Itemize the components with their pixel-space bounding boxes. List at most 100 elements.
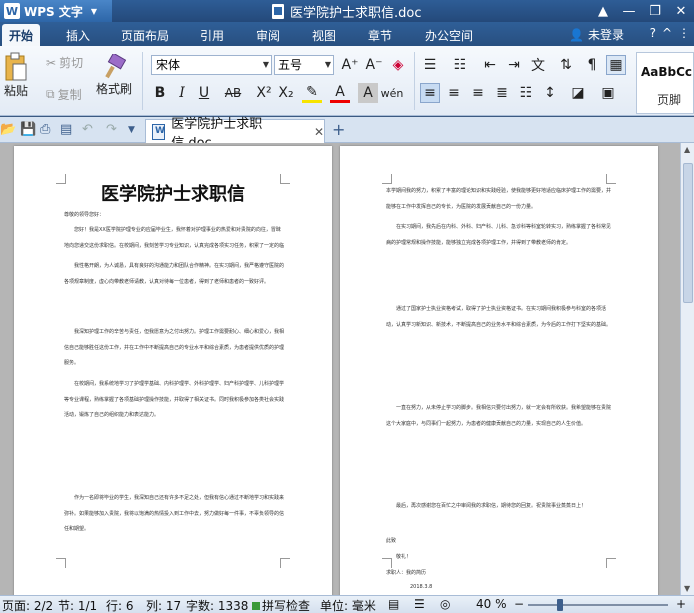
copy-button[interactable]: ⧉ 复制: [46, 86, 82, 103]
document-canvas[interactable]: 医学院护士求职信 尊敬的领导您好： 您好！我是XX医学院护理专业的应届毕业生，我…: [0, 143, 694, 595]
outline-view-icon[interactable]: ☰: [414, 597, 425, 611]
clear-format-button[interactable]: ◈: [388, 55, 408, 75]
web-view-icon[interactable]: ◎: [440, 597, 450, 611]
tab-chapter[interactable]: 章节: [360, 24, 400, 46]
close-icon[interactable]: ✕: [314, 125, 324, 139]
increase-indent-button[interactable]: ⇥: [504, 55, 524, 75]
font-family-value: 宋体: [156, 58, 181, 72]
scrollbar-thumb[interactable]: [683, 163, 693, 303]
zoom-in-button[interactable]: +: [676, 597, 686, 611]
cut-button[interactable]: ✂ 剪切: [46, 54, 83, 71]
sort-button[interactable]: ⇅: [556, 55, 576, 75]
page-count[interactable]: 页面: 2/2: [2, 597, 53, 613]
section-count: 节: 1/1: [58, 599, 98, 613]
undo-icon[interactable]: ↶: [82, 122, 93, 137]
tab-review[interactable]: 审阅: [248, 24, 288, 46]
spell-check-toggle[interactable]: 拼写检查: [252, 597, 310, 613]
more-icon[interactable]: ⋮: [678, 26, 690, 40]
salute-text: 敬礼！: [396, 554, 412, 560]
app-name: WPS 文字: [24, 4, 83, 19]
underline-button[interactable]: U: [194, 83, 214, 103]
help-icon[interactable]: ?: [650, 26, 656, 40]
paragraph: 本学期间我的努力，积累了丰富的理论知识和实践经验，使我能够更好地适应临床护理工作…: [386, 188, 612, 210]
vertical-scrollbar[interactable]: ▲ ▼: [680, 143, 694, 595]
paragraph: 通过了国家护士执业资格考试，取得了护士执业资格证书。在实习期间我积极参与科室的各…: [386, 306, 612, 328]
bold-button[interactable]: B: [150, 83, 170, 103]
save-icon[interactable]: 💾: [20, 122, 36, 137]
copy-label: 复制: [57, 88, 82, 102]
word-count[interactable]: 字数: 1338: [186, 597, 248, 613]
table-icon[interactable]: ▦: [606, 55, 626, 75]
shrink-font-button[interactable]: A⁻: [364, 55, 384, 75]
open-folder-icon[interactable]: 📂: [0, 122, 16, 137]
column-indicator: 列: 17: [146, 599, 182, 613]
page-2[interactable]: 本学期间我的努力，积累了丰富的理论知识和实践经验，使我能够更好地适应临床护理工作…: [340, 146, 658, 595]
zoom-slider-knob[interactable]: [557, 599, 564, 611]
strikethrough-button[interactable]: AB: [220, 83, 246, 103]
align-left-button[interactable]: ≡: [420, 83, 440, 103]
clipboard-icon: [5, 52, 27, 81]
highlight-button[interactable]: ✎: [302, 83, 322, 103]
login-link[interactable]: 👤 未登录: [569, 26, 624, 43]
document-tab[interactable]: 医学院护士求职信.doc ✕: [145, 117, 325, 151]
window-title: 医学院护士求职信.doc: [272, 2, 422, 21]
paste-label: 粘贴: [4, 84, 29, 98]
skin-icon[interactable]: ▲: [590, 0, 616, 22]
close-button[interactable]: ✕: [668, 0, 694, 22]
grow-font-button[interactable]: A⁺: [340, 55, 360, 75]
page-1[interactable]: 医学院护士求职信 尊敬的领导您好： 您好！我是XX医学院护理专业的应届毕业生，我…: [14, 146, 332, 595]
print-icon[interactable]: ⎙: [40, 122, 50, 137]
decrease-indent-button[interactable]: ⇤: [480, 55, 500, 75]
collapse-ribbon-icon[interactable]: ^: [662, 26, 672, 40]
italic-button[interactable]: I: [172, 83, 192, 103]
app-menu-button[interactable]: W WPS 文字 ▼: [0, 0, 112, 22]
format-painter-button[interactable]: 格式刷: [96, 54, 132, 97]
minimize-button[interactable]: —: [616, 0, 642, 22]
justify-button[interactable]: ≣: [492, 83, 512, 103]
tab-references[interactable]: 引用: [192, 24, 232, 46]
tab-office-space[interactable]: 办公空间: [416, 24, 482, 46]
style-gallery[interactable]: AaBbCc 页脚: [636, 52, 694, 114]
login-label: 未登录: [587, 28, 624, 42]
zoom-out-button[interactable]: −: [514, 597, 524, 611]
align-center-button[interactable]: ≡: [444, 83, 464, 103]
redo-icon[interactable]: ↷: [106, 122, 117, 137]
date-text: 2018.3.8: [410, 584, 433, 590]
paste-button[interactable]: 粘贴: [4, 52, 28, 99]
shading-button[interactable]: ◪: [568, 83, 588, 103]
line-spacing-button[interactable]: ↕: [540, 83, 560, 103]
document-icon: [272, 4, 284, 19]
font-family-select[interactable]: 宋体 ▼: [151, 55, 272, 75]
show-marks-button[interactable]: ¶: [582, 55, 602, 75]
zoom-slider[interactable]: [528, 599, 668, 611]
scroll-up-icon[interactable]: ▲: [684, 145, 690, 154]
phonetic-guide-button[interactable]: wén: [381, 83, 404, 103]
tab-home[interactable]: 开始: [2, 24, 40, 46]
style-sample: AaBbCc: [641, 65, 693, 79]
chinese-layout-button[interactable]: 文: [528, 55, 548, 75]
chevron-down-icon: ▼: [262, 60, 269, 69]
scissors-icon: ✂: [46, 55, 57, 70]
chevron-down-icon[interactable]: ▼: [128, 125, 135, 135]
print-preview-icon[interactable]: ▤: [60, 122, 72, 137]
tab-page-layout[interactable]: 页面布局: [114, 24, 176, 46]
align-right-button[interactable]: ≡: [468, 83, 488, 103]
subscript-button[interactable]: X₂: [276, 83, 296, 103]
scroll-down-icon[interactable]: ▼: [684, 584, 690, 593]
page-view-icon[interactable]: ▤: [388, 597, 399, 611]
borders-button[interactable]: ▣: [598, 83, 618, 103]
restore-button[interactable]: ❐: [642, 0, 668, 22]
tab-view[interactable]: 视图: [304, 24, 344, 46]
new-tab-button[interactable]: +: [332, 120, 345, 139]
bullets-button[interactable]: ☰: [420, 55, 440, 75]
closing-text: 此致: [386, 538, 397, 544]
font-size-select[interactable]: 五号 ▼: [274, 55, 334, 75]
superscript-button[interactable]: X²: [254, 83, 274, 103]
tab-insert[interactable]: 插入: [58, 24, 98, 46]
char-shading-button[interactable]: A: [358, 83, 378, 103]
paragraph: 我性格开朗，为人诚恳，具有良好的沟通能力和团队合作精神。在实习期间，我严格遵守医…: [64, 263, 284, 285]
unit-indicator[interactable]: 单位: 毫米: [320, 597, 376, 613]
font-color-button[interactable]: A: [330, 83, 350, 103]
distribute-button[interactable]: ☷: [516, 83, 536, 103]
numbering-button[interactable]: ☷: [450, 55, 470, 75]
